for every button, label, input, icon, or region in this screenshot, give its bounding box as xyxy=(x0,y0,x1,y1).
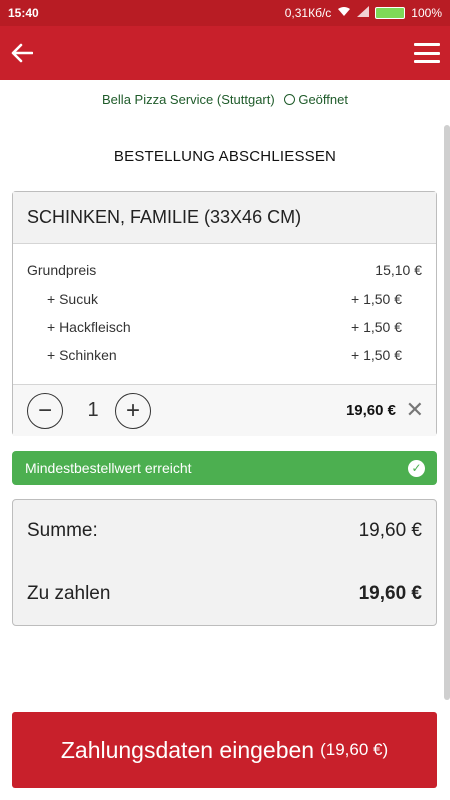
extra-label: + Hackfleisch xyxy=(47,319,131,335)
item-name: SCHINKEN, FAMILIE (33X46 CM) xyxy=(13,192,436,244)
increase-quantity-button[interactable]: + xyxy=(115,393,151,429)
scrollbar[interactable] xyxy=(444,125,450,700)
arrow-left-icon[interactable] xyxy=(10,41,34,65)
item-total: 19,60 € xyxy=(345,402,396,419)
page-title: BESTELLUNG ABSCHLIESSEN xyxy=(113,148,337,165)
sum-value: 19,60 € xyxy=(358,520,422,541)
quantity-row: − 1 + 19,60 € ✕ xyxy=(13,384,436,436)
pay-value: 19,60 € xyxy=(358,583,422,604)
cta-amount: (19,60 €) xyxy=(320,740,389,759)
decrease-quantity-button[interactable]: − xyxy=(27,393,63,429)
quantity-value: 1 xyxy=(87,399,99,421)
hamburger-menu-icon[interactable] xyxy=(414,43,440,63)
extra-price: + 1,50 € xyxy=(351,347,402,363)
sum-label: Summe: xyxy=(27,520,98,541)
battery-percent: 100% xyxy=(411,6,442,20)
extra-price: + 1,50 € xyxy=(351,319,402,335)
min-order-text: Mindestbestellwert erreicht xyxy=(25,460,192,476)
pay-row: Zu zahlen 19,60 € xyxy=(27,583,422,605)
status-time: 15:40 xyxy=(8,6,39,20)
base-price-label: Grundpreis xyxy=(27,262,97,278)
remove-item-icon[interactable]: ✕ xyxy=(406,397,424,423)
battery-icon xyxy=(375,7,406,19)
enter-payment-button[interactable]: Zahlungsdaten eingeben (19,60 €) xyxy=(12,712,437,788)
shop-name: Bella Pizza Service (Stuttgart) xyxy=(102,92,275,107)
order-item-card: SCHINKEN, FAMILIE (33X46 CM) Grundpreis … xyxy=(12,191,437,436)
extra-label: + Sucuk xyxy=(47,291,98,307)
shop-status: Geöffnet xyxy=(298,92,348,107)
app-bar xyxy=(0,26,450,80)
sum-row: Summe: 19,60 € xyxy=(27,520,422,542)
summary-card: Summe: 19,60 € Zu zahlen 19,60 € xyxy=(12,499,437,626)
shop-info: Bella Pizza Service (Stuttgart) Geöffnet xyxy=(0,92,450,107)
signal-icon xyxy=(357,6,370,20)
status-right: 0,31Кб/с 100% xyxy=(285,6,442,20)
cta-label: Zahlungsdaten eingeben xyxy=(60,736,315,763)
extra-label: + Schinken xyxy=(47,347,117,363)
pay-label: Zu zahlen xyxy=(27,583,111,604)
base-price-value: 15,10 € xyxy=(375,262,422,278)
network-speed: 0,31Кб/с xyxy=(284,6,332,20)
wifi-icon xyxy=(337,6,351,20)
status-bar: 15:40 0,31Кб/с 100% xyxy=(0,0,450,26)
clock-icon xyxy=(284,94,296,105)
extra-price: + 1,50 € xyxy=(351,291,402,307)
check-circle-icon: ✓ xyxy=(408,459,425,477)
min-order-notice: Mindestbestellwert erreicht ✓ xyxy=(12,451,437,485)
